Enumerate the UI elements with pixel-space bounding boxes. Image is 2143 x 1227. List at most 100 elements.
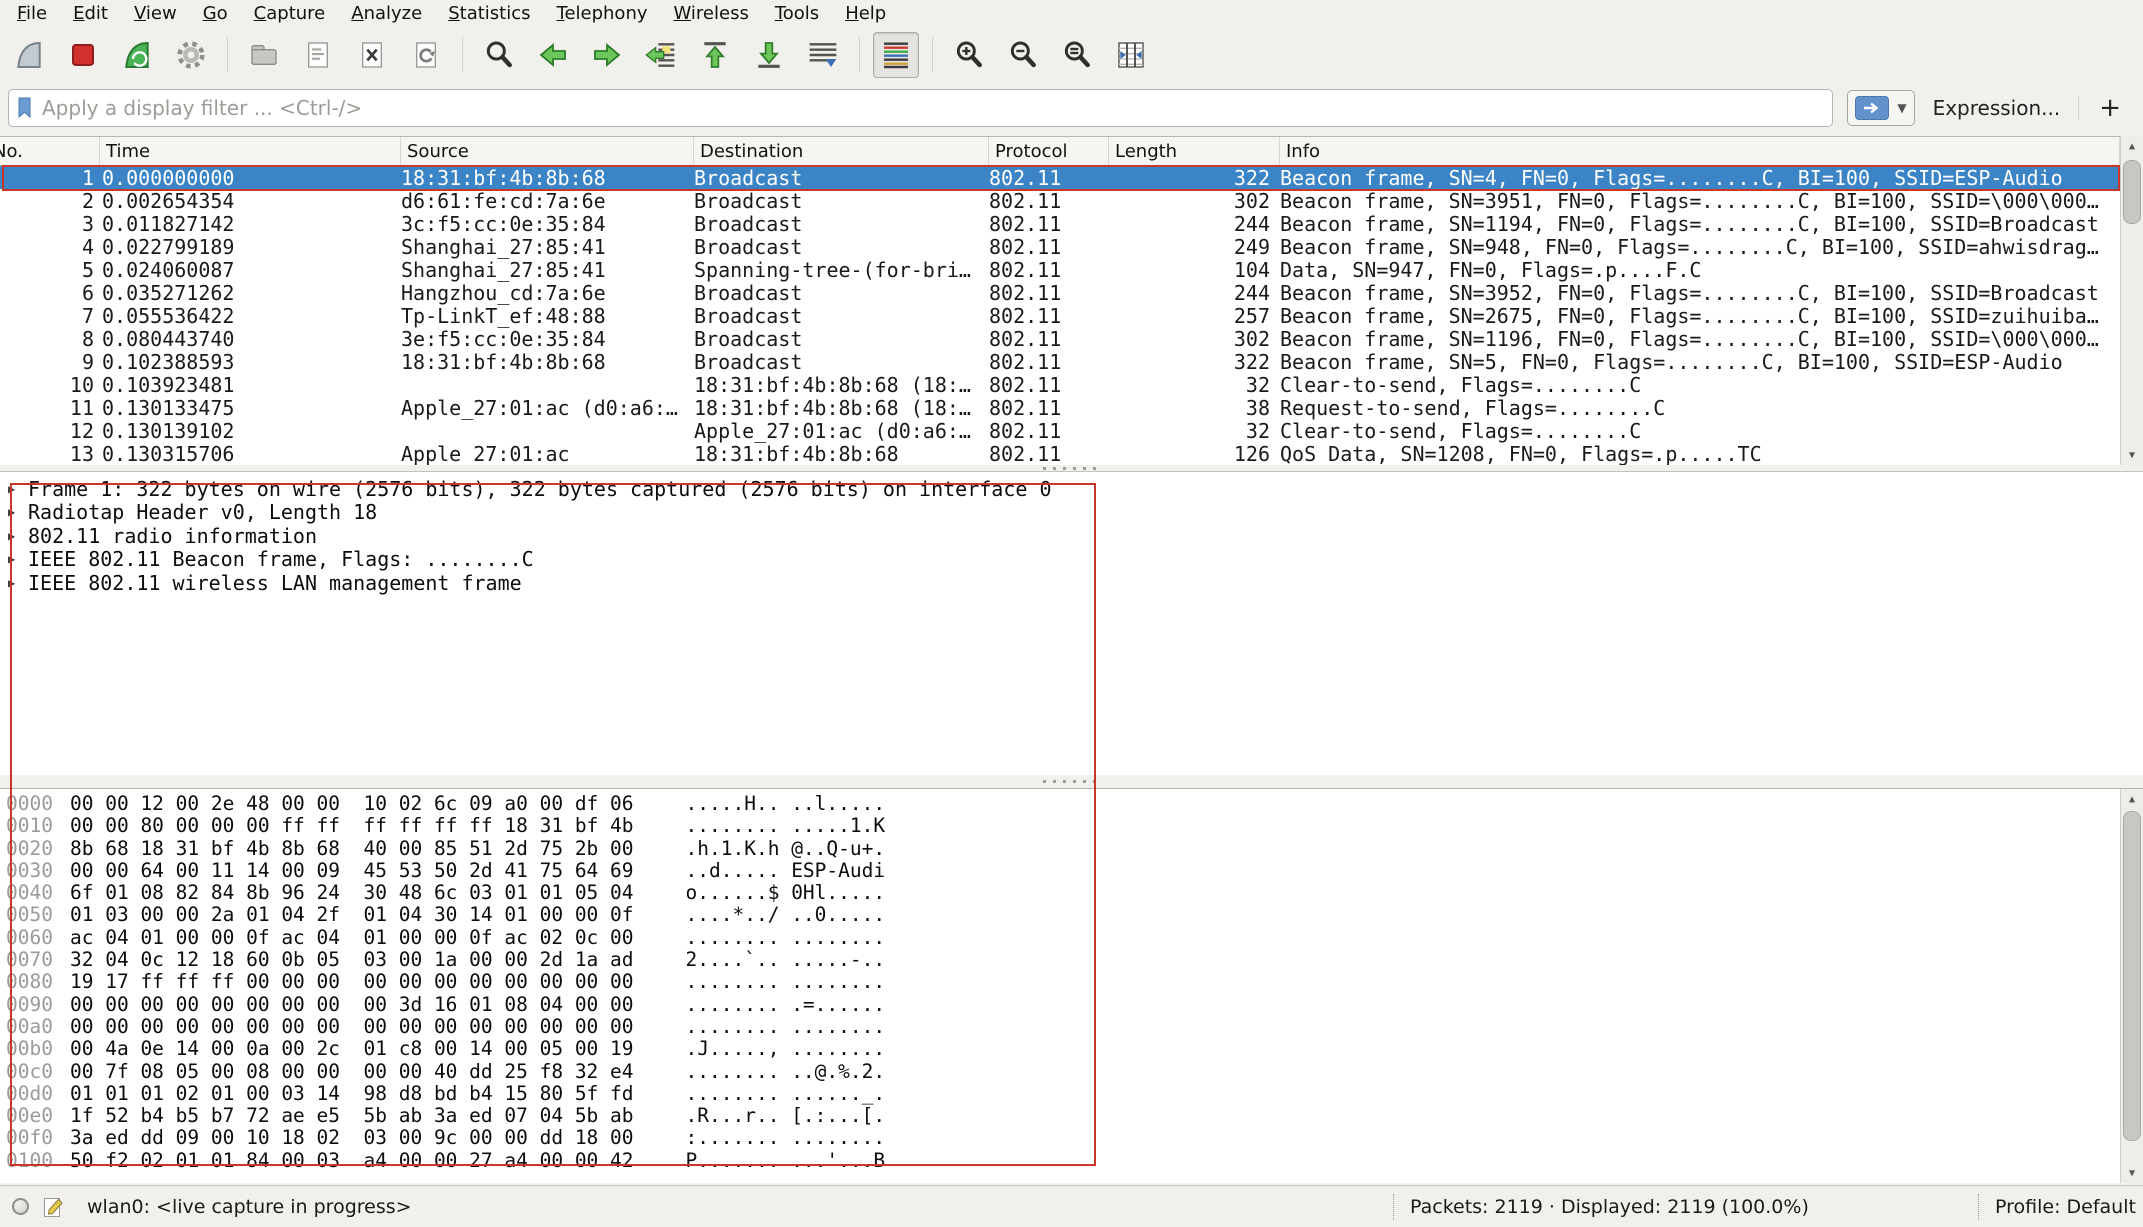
display-filter-field[interactable] [8,89,1833,127]
packet-row[interactable]: 20.002654354d6:61:fe:cd:7a:6eBroadcast80… [0,189,2120,212]
menu-item-capture[interactable]: Capture [241,1,339,26]
close-file-button[interactable] [349,32,395,78]
hex-row[interactable]: 00e01f 52 b4 b5 b7 72 ae e5 5b ab 3a ed … [6,1104,2143,1126]
display-filter-input[interactable] [40,95,1824,121]
scroll-down-icon[interactable]: ▼ [2121,445,2143,465]
zoom-in-button[interactable] [946,32,992,78]
go-to-top-button[interactable] [692,32,738,78]
open-file-button[interactable] [241,32,287,78]
expander-icon[interactable]: ▶ [6,552,28,566]
detail-row-radiotap[interactable]: ▶Radiotap Header v0, Length 18 [6,501,2143,525]
profile-status[interactable]: Profile: Default [1978,1194,2136,1220]
go-forward-button[interactable] [584,32,630,78]
expander-icon[interactable]: ▶ [6,576,28,590]
expander-icon[interactable]: ▶ [6,529,28,543]
packet-list-scrollbar[interactable]: ▲ ▼ [2120,136,2143,465]
detail-row-frame[interactable]: ▶Frame 1: 322 bytes on wire (2576 bits),… [6,477,2143,501]
packet-row[interactable]: 110.130133475Apple_27:01:ac (d0:a6:…18:3… [0,396,2120,419]
go-to-packet-button[interactable] [638,32,684,78]
scrollbar-thumb[interactable] [2123,160,2141,224]
hex-row[interactable]: 007032 04 0c 12 18 60 0b 05 03 00 1a 00 … [6,948,2143,970]
column-header-time[interactable]: Time [100,137,401,165]
hex-row[interactable]: 001000 00 80 00 00 00 ff ff ff ff ff ff … [6,814,2143,836]
hex-row[interactable]: 003000 00 64 00 11 14 00 09 45 53 50 2d … [6,859,2143,881]
packet-row-selected[interactable]: 10.00000000018:31:bf:4b:8b:68Broadcast80… [0,166,2120,189]
expander-icon[interactable]: ▶ [6,505,28,519]
add-filter-button[interactable]: + [2093,93,2133,123]
bookmark-icon[interactable] [17,97,32,119]
menu-item-help[interactable]: Help [832,1,899,26]
packet-row[interactable]: 80.0804437403e:f5:cc:0e:35:84Broadcast80… [0,327,2120,350]
auto-scroll-button[interactable] [800,32,846,78]
hex-row[interactable]: 010050 f2 02 01 01 84 00 03 a4 00 00 27 … [6,1149,2143,1171]
packet-row[interactable]: 40.022799189Shanghai_27:85:41Broadcast80… [0,235,2120,258]
menu-item-wireless[interactable]: Wireless [661,1,762,26]
hex-row[interactable]: 008019 17 ff ff ff 00 00 00 00 00 00 00 … [6,970,2143,992]
reload-file-button[interactable] [403,32,449,78]
hex-row[interactable]: 00c000 7f 08 05 00 08 00 00 00 00 40 dd … [6,1060,2143,1082]
menu-item-file[interactable]: File [4,1,60,26]
hex-row[interactable]: 005001 03 00 00 2a 01 04 2f 01 04 30 14 … [6,903,2143,925]
packet-row[interactable]: 50.024060087Shanghai_27:85:41Spanning-tr… [0,258,2120,281]
hex-row[interactable]: 00a000 00 00 00 00 00 00 00 00 00 00 00 … [6,1015,2143,1037]
column-header-protocol[interactable]: Protocol [989,137,1109,165]
packet-count-status: Packets: 2119 · Displayed: 2119 (100.0%) [1393,1194,1809,1220]
capture-options-button[interactable] [168,32,214,78]
colorize-packets-button[interactable] [873,32,919,78]
save-file-button[interactable] [295,32,341,78]
detail-row-radio-info[interactable]: ▶802.11 radio information [6,524,2143,548]
resize-columns-button[interactable] [1108,32,1154,78]
menu-item-tools[interactable]: Tools [762,1,832,26]
restart-capture-button[interactable] [114,32,160,78]
packet-row[interactable]: 120.130139102Apple_27:01:ac (d0:a6:…802.… [0,419,2120,442]
hex-row[interactable]: 00d001 01 01 02 01 00 03 14 98 d8 bd b4 … [6,1082,2143,1104]
scroll-up-icon[interactable]: ▲ [2121,789,2143,809]
start-capture-button[interactable] [6,32,52,78]
zoom-reset-button[interactable] [1054,32,1100,78]
hex-row[interactable]: 009000 00 00 00 00 00 00 00 00 3d 16 01 … [6,993,2143,1015]
menu-item-view[interactable]: View [121,1,190,26]
stop-capture-button[interactable] [60,32,106,78]
apply-filter-control[interactable]: ▼ [1847,90,1914,126]
expression-button[interactable]: Expression... [1929,96,2065,120]
scrollbar-thumb[interactable] [2123,811,2141,1141]
packet-row[interactable]: 30.0118271423c:f5:cc:0e:35:84Broadcast80… [0,212,2120,235]
detail-row-wlan-mgmt[interactable]: ▶IEEE 802.11 wireless LAN management fra… [6,571,2143,595]
hex-row[interactable]: 000000 00 12 00 2e 48 00 00 10 02 6c 09 … [6,792,2143,814]
column-header-length[interactable]: Length [1109,137,1280,165]
hex-row[interactable]: 0060ac 04 01 00 00 0f ac 04 01 00 00 0f … [6,926,2143,948]
column-header-no[interactable]: No. [0,137,100,165]
hex-row[interactable]: 00b000 4a 0e 14 00 0a 00 2c 01 c8 00 14 … [6,1037,2143,1059]
go-to-bottom-button[interactable] [746,32,792,78]
column-header-info[interactable]: Info [1280,137,2120,165]
menu-item-analyze[interactable]: Analyze [338,1,435,26]
capture-comment-icon[interactable] [43,1195,65,1219]
go-back-button[interactable] [530,32,576,78]
expert-info-icon[interactable] [12,1198,29,1215]
hex-scrollbar[interactable]: ▲ ▼ [2120,789,2143,1183]
detail-row-beacon[interactable]: ▶IEEE 802.11 Beacon frame, Flags: ......… [6,548,2143,572]
expander-icon[interactable]: ▶ [6,482,28,496]
menu-item-edit[interactable]: Edit [60,1,121,26]
scroll-down-icon[interactable]: ▼ [2121,1163,2143,1183]
hex-row[interactable]: 00f03a ed dd 09 00 10 18 02 03 00 9c 00 … [6,1126,2143,1148]
menu-item-statistics[interactable]: Statistics [435,1,543,26]
scroll-up-icon[interactable]: ▲ [2121,136,2143,156]
column-header-source[interactable]: Source [401,137,694,165]
zoom-reset-icon [1061,39,1093,71]
zoom-out-button[interactable] [1000,32,1046,78]
packet-row[interactable]: 60.035271262Hangzhou_cd:7a:6eBroadcast80… [0,281,2120,304]
pane-splitter[interactable] [0,775,2143,788]
hex-row[interactable]: 00208b 68 18 31 bf 4b 8b 68 40 00 85 51 … [6,837,2143,859]
hex-row[interactable]: 00406f 01 08 82 84 8b 96 24 30 48 6c 03 … [6,881,2143,903]
menu-item-telephony[interactable]: Telephony [544,1,661,26]
apply-filter-button[interactable] [1855,96,1889,120]
menu-item-go[interactable]: Go [190,1,241,26]
packet-row[interactable]: 90.10238859318:31:bf:4b:8b:68Broadcast80… [0,350,2120,373]
packet-row[interactable]: 100.10392348118:31:bf:4b:8b:68 (18:…802.… [0,373,2120,396]
column-header-destination[interactable]: Destination [694,137,989,165]
packet-row[interactable]: 70.055536422Tp-LinkT_ef:48:88Broadcast80… [0,304,2120,327]
filter-history-caret-icon[interactable]: ▼ [1897,101,1906,115]
packet-row[interactable]: 130.130315706Apple_27:01:ac18:31:bf:4b:8… [0,442,2120,465]
find-packet-button[interactable] [476,32,522,78]
